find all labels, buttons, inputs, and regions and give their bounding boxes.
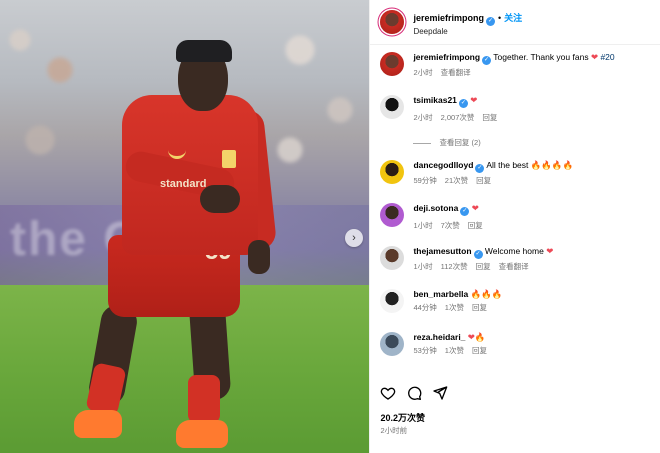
- fire-emoji-icon: 🔥: [474, 332, 486, 342]
- reply-button[interactable]: 回复: [476, 262, 491, 271]
- shirt-sponsor: standard: [160, 178, 207, 190]
- likes-count[interactable]: 20.2万次赞: [380, 411, 425, 424]
- reply-button[interactable]: 回复: [476, 176, 491, 185]
- caption-time: 2小时: [413, 68, 433, 77]
- verified-badge-icon: ✓: [460, 207, 470, 216]
- comment-username[interactable]: dancegodlloyd: [413, 160, 473, 170]
- reply-line: [413, 142, 432, 144]
- list-item: reza.heidari_ ❤🔥 53分钟 1次赞 回复: [380, 332, 650, 357]
- list-item: deji.sotona ✓ ❤ 1小时 7次赞 回复: [380, 203, 650, 231]
- separator-dot: •: [497, 13, 502, 23]
- post-caption: jeremiefrimpong ✓ Together. Thank you fan…: [380, 52, 650, 78]
- fire-emoji-icon: 🔥🔥🔥: [470, 289, 503, 299]
- player-figure: 59 standard: [0, 0, 369, 453]
- post-header: jeremiefrimpong ✓ • 关注 Deepdale: [370, 0, 660, 45]
- comment-likes[interactable]: 1次赞: [445, 303, 464, 312]
- post-photo: the Ch 59 standard ›: [0, 0, 370, 453]
- avatar[interactable]: [380, 289, 405, 313]
- comment-likes[interactable]: 21次赞: [445, 176, 468, 185]
- comments-list: jeremiefrimpong ✓ Together. Thank you fan…: [370, 45, 660, 375]
- reply-button[interactable]: 回复: [472, 346, 487, 355]
- verified-badge-icon: ✓: [482, 56, 492, 65]
- follow-button[interactable]: 关注: [504, 13, 522, 23]
- avatar[interactable]: [380, 203, 405, 227]
- player-right-boot: [176, 420, 228, 448]
- caption-text: Together. Thank you fans: [493, 52, 589, 62]
- view-replies-button[interactable]: 查看回复 (2): [413, 137, 481, 148]
- view-replies-label: 查看回复 (2): [439, 138, 481, 147]
- comment-text: Welcome home: [484, 246, 544, 256]
- comment-time: 1小时: [413, 221, 433, 230]
- reply-button[interactable]: 回复: [472, 303, 487, 312]
- comment-time: 59分钟: [413, 176, 437, 185]
- reply-button[interactable]: 回复: [482, 113, 497, 122]
- list-item: dancegodlloyd ✓ All the best 🔥🔥🔥🔥 59分钟 21次…: [380, 160, 650, 186]
- avatar[interactable]: [380, 160, 405, 184]
- instagram-post-view: the Ch 59 standard ›: [0, 0, 660, 453]
- post-side-panel: jeremiefrimpong ✓ • 关注 Deepdale jeremiefrim…: [369, 0, 660, 453]
- post-location[interactable]: Deepdale: [413, 27, 522, 37]
- club-crest: [222, 150, 236, 168]
- fire-emoji-icon: 🔥🔥🔥🔥: [530, 160, 574, 170]
- post-actions: [380, 385, 448, 401]
- caption-username[interactable]: jeremiefrimpong: [413, 52, 480, 62]
- next-photo-button[interactable]: ›: [345, 229, 363, 247]
- heart-emoji-icon: ❤: [470, 95, 478, 105]
- list-item: tsimikas21 ✓ ❤ 2小时 2,007次赞 回复: [380, 95, 650, 123]
- player-hand-right: [248, 240, 270, 274]
- caption-hashtag[interactable]: #20: [600, 52, 614, 62]
- verified-badge-icon: ✓: [458, 99, 468, 108]
- comment-time: 2小时: [413, 113, 433, 122]
- avatar[interactable]: [380, 52, 405, 76]
- comment-likes[interactable]: 112次赞: [441, 262, 468, 271]
- comment-likes[interactable]: 7次赞: [441, 221, 460, 230]
- avatar[interactable]: [380, 10, 405, 34]
- comment-likes[interactable]: 2,007次赞: [441, 113, 475, 122]
- comment-username[interactable]: tsimikas21: [413, 95, 456, 105]
- comment-time: 1小时: [413, 262, 433, 271]
- comment-username[interactable]: thejamesutton: [413, 246, 471, 256]
- avatar[interactable]: [380, 332, 405, 356]
- see-translation-link[interactable]: 查看翻译: [441, 68, 471, 77]
- heart-emoji-icon: ❤: [467, 332, 475, 342]
- list-item: thejamesutton ✓ Welcome home ❤ 1小时 112次赞 回复…: [380, 246, 650, 272]
- avatar[interactable]: [380, 246, 405, 270]
- comment-time: 44分钟: [413, 303, 437, 313]
- player-left-boot: [74, 410, 122, 438]
- verified-badge-icon: ✓: [485, 17, 495, 26]
- see-translation-link[interactable]: 查看翻译: [499, 262, 529, 271]
- comment-time: 53分钟: [413, 346, 437, 356]
- heart-emoji-icon: ❤: [546, 246, 554, 256]
- verified-badge-icon: ✓: [473, 250, 483, 259]
- share-send-icon[interactable]: [432, 385, 448, 401]
- post-timestamp: 2小时前: [380, 426, 408, 435]
- verified-badge-icon: ✓: [475, 164, 485, 173]
- heart-emoji-icon: ❤: [471, 203, 479, 213]
- comment-likes[interactable]: 1次赞: [445, 346, 464, 355]
- chevron-right-icon: ›: [352, 232, 356, 244]
- comment-text: All the best: [486, 160, 529, 170]
- player-headband: [176, 40, 232, 62]
- list-item: ben_marbella 🔥🔥🔥 44分钟 1次赞 回复: [380, 289, 650, 314]
- comment-username[interactable]: ben_marbella: [413, 289, 468, 299]
- heart-emoji-icon: ❤: [590, 52, 599, 62]
- comment-username[interactable]: reza.heidari_: [413, 332, 465, 342]
- post-author-username[interactable]: jeremiefrimpong: [413, 13, 484, 23]
- reply-button[interactable]: 回复: [468, 221, 483, 230]
- comment-username[interactable]: deji.sotona: [413, 203, 458, 213]
- player-right-sock: [188, 375, 220, 423]
- like-heart-icon[interactable]: [380, 385, 396, 401]
- avatar[interactable]: [380, 95, 405, 119]
- comment-bubble-icon[interactable]: [406, 385, 422, 401]
